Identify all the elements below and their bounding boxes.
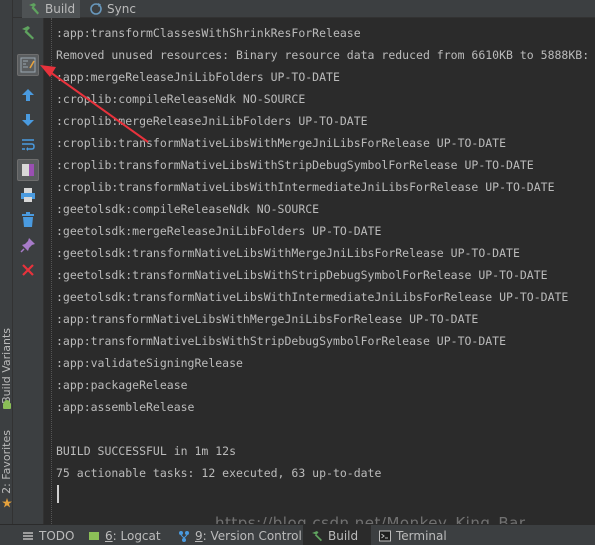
trash-icon: [22, 212, 34, 227]
tab-terminal-label: Terminal: [396, 528, 447, 543]
console-line: :app:assembleRelease: [56, 400, 195, 414]
text-caret: [57, 485, 59, 503]
version-control-icon: [178, 530, 190, 542]
tab-terminal[interactable]: Terminal: [379, 525, 447, 545]
close-button[interactable]: [17, 259, 39, 281]
print-button[interactable]: [17, 184, 39, 206]
build-variants-label: Build Variants: [0, 328, 13, 404]
logcat-icon: [88, 530, 100, 542]
tab-version-control-label: : Version Control: [202, 528, 302, 543]
scroll-to-end-button[interactable]: [17, 159, 39, 181]
tab-logcat-key: 6: [105, 528, 113, 543]
terminal-icon: [379, 530, 391, 542]
tab-build-bottom-label: Build: [328, 528, 359, 543]
favorites-tab[interactable]: 2: Favorites: [0, 430, 13, 494]
console-line: :app:mergeReleaseJniLibFolders UP-TO-DAT…: [56, 70, 340, 84]
star-icon: [0, 496, 13, 510]
console-line: :geetolsdk:transformNativeLibsWithInterm…: [56, 290, 569, 304]
arrow-up-icon: [22, 89, 34, 101]
console-line: :app:transformNativeLibsWithMergeJniLibs…: [56, 312, 479, 326]
hammer-icon: [27, 2, 41, 16]
console-line: Removed unused resources: Binary resourc…: [56, 48, 590, 62]
favorites-label: 2: Favorites: [0, 430, 13, 494]
console-line: :app:validateSigningRelease: [56, 356, 243, 370]
console-line: :geetolsdk:transformNativeLibsWithMergeJ…: [56, 246, 520, 260]
console-line: BUILD SUCCESSFUL in 1m 12s: [56, 444, 237, 458]
android-icon: [0, 398, 13, 412]
console-line: 75 actionable tasks: 12 executed, 63 up-…: [56, 466, 382, 480]
hammer-icon: [311, 530, 323, 542]
soft-wrap-button[interactable]: [17, 134, 39, 156]
tab-version-control-key: 9: [195, 528, 203, 543]
tab-logcat[interactable]: 6: Logcat: [88, 525, 161, 545]
sync-icon: [89, 2, 103, 16]
arrow-down-icon: [22, 114, 34, 126]
console-line: :croplib:compileReleaseNdk NO-SOURCE: [56, 92, 306, 106]
console-line: :croplib:transformNativeLibsWithIntermed…: [56, 180, 555, 194]
console-line: :geetolsdk:transformNativeLibsWithStripD…: [56, 268, 548, 282]
console-line: :croplib:mergeReleaseJniLibFolders UP-TO…: [56, 114, 368, 128]
toggle-view-icon: [20, 57, 36, 73]
console-line: :geetolsdk:mergeReleaseJniLibFolders UP-…: [56, 224, 382, 238]
tab-build[interactable]: Build: [22, 0, 80, 18]
left-tool-stripe: Build Variants 2: Favorites: [0, 0, 13, 524]
tab-build-label: Build: [45, 2, 76, 16]
tab-todo[interactable]: TODO: [22, 525, 74, 545]
toggle-view-button[interactable]: [17, 54, 39, 76]
pin-tab-button[interactable]: [17, 234, 39, 256]
tab-logcat-label: : Logcat: [112, 528, 161, 543]
build-console-output[interactable]: :app:transformClassesWithShrinkResForRel…: [45, 18, 595, 524]
next-occurrence-button[interactable]: [17, 109, 39, 131]
console-line: :geetolsdk:compileReleaseNdk NO-SOURCE: [56, 202, 320, 216]
tool-window-tabs: Build Sync: [0, 0, 595, 18]
console-line: :app:transformNativeLibsWithStripDebugSy…: [56, 334, 507, 348]
tab-sync-label: Sync: [107, 2, 136, 16]
tab-sync[interactable]: Sync: [84, 0, 144, 18]
console-line: :croplib:transformNativeLibsWithStripDeb…: [56, 158, 534, 172]
hammer-icon: [22, 26, 34, 40]
build-toolbar: [13, 18, 44, 524]
console-gutter: [51, 18, 52, 524]
close-icon: [22, 264, 34, 276]
soft-wrap-icon: [22, 139, 35, 151]
bottom-tool-window-bar: TODO 6: Logcat 9: Version Control Build …: [0, 524, 595, 545]
rebuild-button[interactable]: [17, 22, 39, 44]
clear-all-button[interactable]: [17, 209, 39, 231]
todo-icon: [22, 530, 34, 542]
console-line: :app:packageRelease: [56, 378, 188, 392]
tab-version-control[interactable]: 9: Version Control: [178, 525, 302, 545]
tab-build-bottom[interactable]: Build: [303, 525, 371, 545]
print-icon: [21, 188, 35, 202]
console-line: :croplib:transformNativeLibsWithMergeJni…: [56, 136, 507, 150]
previous-occurrence-button[interactable]: [17, 84, 39, 106]
tab-todo-label: TODO: [39, 528, 75, 543]
pin-icon: [20, 238, 35, 253]
console-line: :app:transformClassesWithShrinkResForRel…: [56, 26, 361, 40]
scroll-to-end-icon: [22, 164, 34, 176]
